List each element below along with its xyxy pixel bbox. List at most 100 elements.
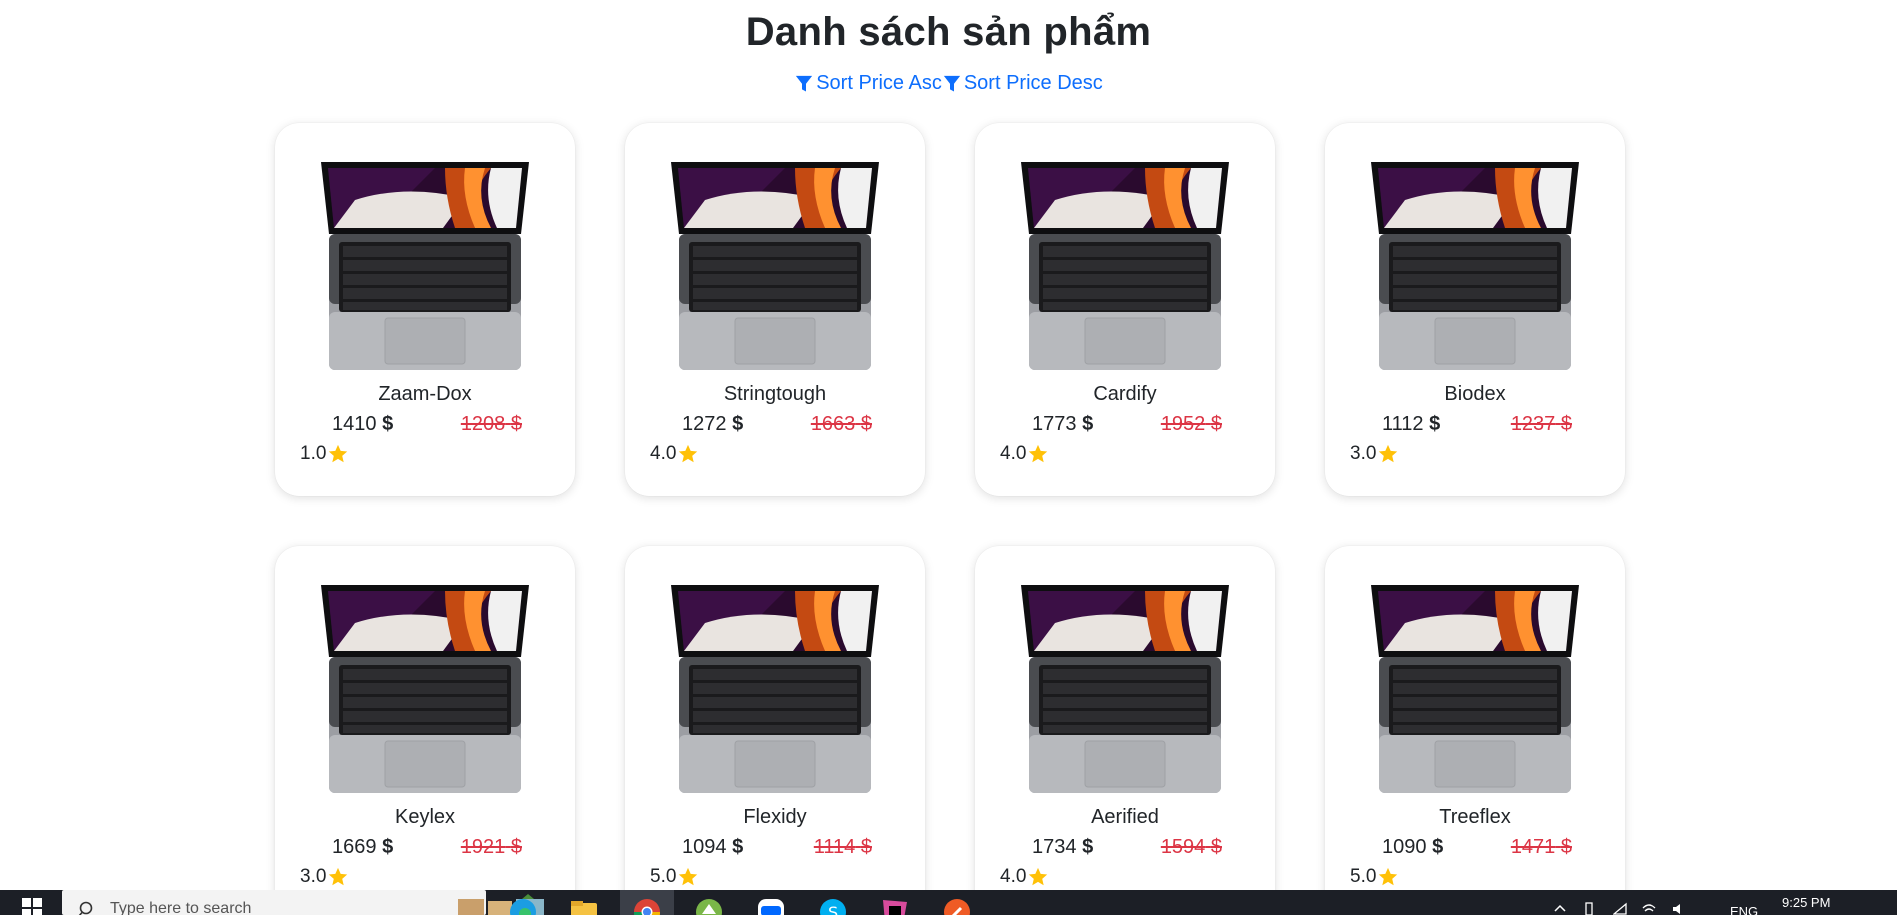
star-icon — [1379, 867, 1398, 886]
postman-icon[interactable] — [941, 896, 973, 915]
laptop-image — [321, 162, 529, 370]
old-price-currency: $ — [1560, 836, 1572, 858]
old-price-value: 1663 — [810, 413, 856, 435]
sort-bar: Sort Price Asc Sort Price Desc — [0, 72, 1897, 95]
price-row: 1734 $ 1594 $ — [1032, 836, 1222, 859]
product-rating: 3.0 — [300, 866, 327, 887]
star-icon — [679, 867, 698, 886]
price-currency: $ — [732, 413, 744, 435]
product-name: Cardify — [1093, 383, 1157, 405]
laptop-image — [1371, 585, 1579, 793]
rating-row: 5.0 — [1350, 866, 1399, 888]
star-icon — [679, 444, 698, 463]
laptop-image — [321, 585, 529, 793]
taskbar-clock[interactable]: 9:25 PM — [1782, 895, 1830, 910]
price-row: 1090 $ 1471 $ — [1382, 836, 1572, 859]
browser-page: Danh sách sản phẩm Sort Price Asc Sort P… — [0, 0, 1897, 915]
windows-taskbar: Type here to search S ENG 9:25 PM — [0, 890, 1897, 915]
network-icon[interactable] — [1613, 902, 1627, 915]
zalo-icon[interactable] — [755, 896, 787, 915]
edge-icon[interactable] — [507, 896, 539, 915]
price-currency: $ — [1432, 836, 1444, 858]
file-explorer-icon[interactable] — [568, 896, 600, 915]
price-value: 1112 — [1382, 413, 1424, 435]
product-rating: 1.0 — [300, 443, 327, 464]
product-old-price: 1114 $ — [814, 836, 872, 859]
taskbar-search-box[interactable]: Type here to search — [62, 890, 544, 915]
rating-row: 4.0 — [1000, 866, 1049, 888]
chevron-up-icon[interactable] — [1553, 902, 1567, 915]
old-price-value: 1471 — [1510, 836, 1556, 858]
product-price: 1090 $ — [1382, 836, 1443, 859]
product-price: 1094 $ — [682, 836, 743, 859]
star-icon — [329, 444, 348, 463]
rating-row: 4.0 — [650, 443, 699, 465]
old-price-value: 1921 — [460, 836, 506, 858]
sort-price-desc-label: Sort Price Desc — [963, 72, 1103, 94]
greenshot-icon[interactable] — [693, 896, 725, 915]
product-card[interactable]: Stringtough 1272 $ 1663 $ 4.0 — [625, 123, 925, 496]
product-rating: 5.0 — [650, 866, 677, 887]
sort-price-desc-link[interactable]: Sort Price Desc — [942, 72, 1103, 95]
volume-icon[interactable] — [1672, 902, 1686, 915]
product-card[interactable]: Keylex 1669 $ 1921 $ 3.0 — [275, 546, 575, 915]
input-language[interactable]: ENG — [1730, 904, 1758, 915]
product-card[interactable]: Cardify 1773 $ 1952 $ 4.0 — [975, 123, 1275, 496]
price-row: 1112 $ 1237 $ — [1382, 413, 1572, 436]
product-price: 1112 $ — [1382, 413, 1440, 436]
filter-icon — [943, 75, 960, 91]
product-old-price: 1921 $ — [461, 836, 522, 859]
price-value: 1773 — [1032, 413, 1077, 435]
product-card[interactable]: Treeflex 1090 $ 1471 $ 5.0 — [1325, 546, 1625, 915]
rating-row: 4.0 — [1000, 443, 1049, 465]
product-old-price: 1594 $ — [1161, 836, 1222, 859]
jetbrains-icon[interactable] — [879, 896, 911, 915]
product-name: Zaam-Dox — [378, 383, 472, 405]
product-grid: Zaam-Dox 1410 $ 1208 $ 1.0 Stringtough 1… — [275, 123, 1625, 915]
star-icon — [1029, 867, 1048, 886]
laptop-image — [1021, 162, 1229, 370]
old-price-currency: $ — [1210, 413, 1222, 435]
laptop-image — [1021, 585, 1229, 793]
old-price-currency: $ — [510, 413, 522, 435]
old-price-currency: $ — [860, 836, 872, 858]
price-row: 1094 $ 1114 $ — [682, 836, 872, 859]
star-icon — [1379, 444, 1398, 463]
product-card[interactable]: Biodex 1112 $ 1237 $ 3.0 — [1325, 123, 1625, 496]
search-placeholder: Type here to search — [110, 900, 252, 915]
product-price: 1669 $ — [332, 836, 393, 859]
sort-price-asc-label: Sort Price Asc — [816, 72, 942, 94]
product-name: Treeflex — [1439, 806, 1511, 828]
chrome-icon[interactable] — [631, 896, 663, 915]
product-rating: 5.0 — [1350, 866, 1377, 887]
search-icon — [78, 901, 93, 915]
product-price: 1410 $ — [332, 413, 393, 436]
old-price-value: 1952 — [1160, 413, 1206, 435]
product-card[interactable]: Aerified 1734 $ 1594 $ 4.0 — [975, 546, 1275, 915]
sort-price-asc-link[interactable]: Sort Price Asc — [794, 72, 942, 95]
product-card[interactable]: Zaam-Dox 1410 $ 1208 $ 1.0 — [275, 123, 575, 496]
product-old-price: 1237 $ — [1511, 413, 1572, 436]
price-currency: $ — [382, 836, 394, 858]
laptop-image — [671, 162, 879, 370]
product-price: 1734 $ — [1032, 836, 1093, 859]
laptop-image — [1371, 162, 1579, 370]
price-row: 1773 $ 1952 $ — [1032, 413, 1222, 436]
battery-icon[interactable] — [1582, 902, 1596, 915]
product-card[interactable]: Flexidy 1094 $ 1114 $ 5.0 — [625, 546, 925, 915]
product-old-price: 1471 $ — [1511, 836, 1572, 859]
old-price-currency: $ — [1560, 413, 1572, 435]
skype-icon[interactable]: S — [817, 896, 849, 915]
price-currency: $ — [1429, 413, 1441, 435]
price-currency: $ — [382, 413, 394, 435]
product-name: Keylex — [394, 806, 456, 828]
price-currency: $ — [732, 836, 744, 858]
product-name: Biodex — [1444, 383, 1506, 405]
page-title: Danh sách sản phẩm — [745, 10, 1152, 54]
product-name: Flexidy — [743, 806, 807, 828]
windows-start-icon[interactable] — [22, 898, 42, 915]
old-price-value: 1114 — [813, 836, 856, 858]
wifi-icon[interactable] — [1642, 902, 1656, 915]
rating-row: 5.0 — [650, 866, 699, 888]
product-name: Stringtough — [723, 383, 827, 405]
